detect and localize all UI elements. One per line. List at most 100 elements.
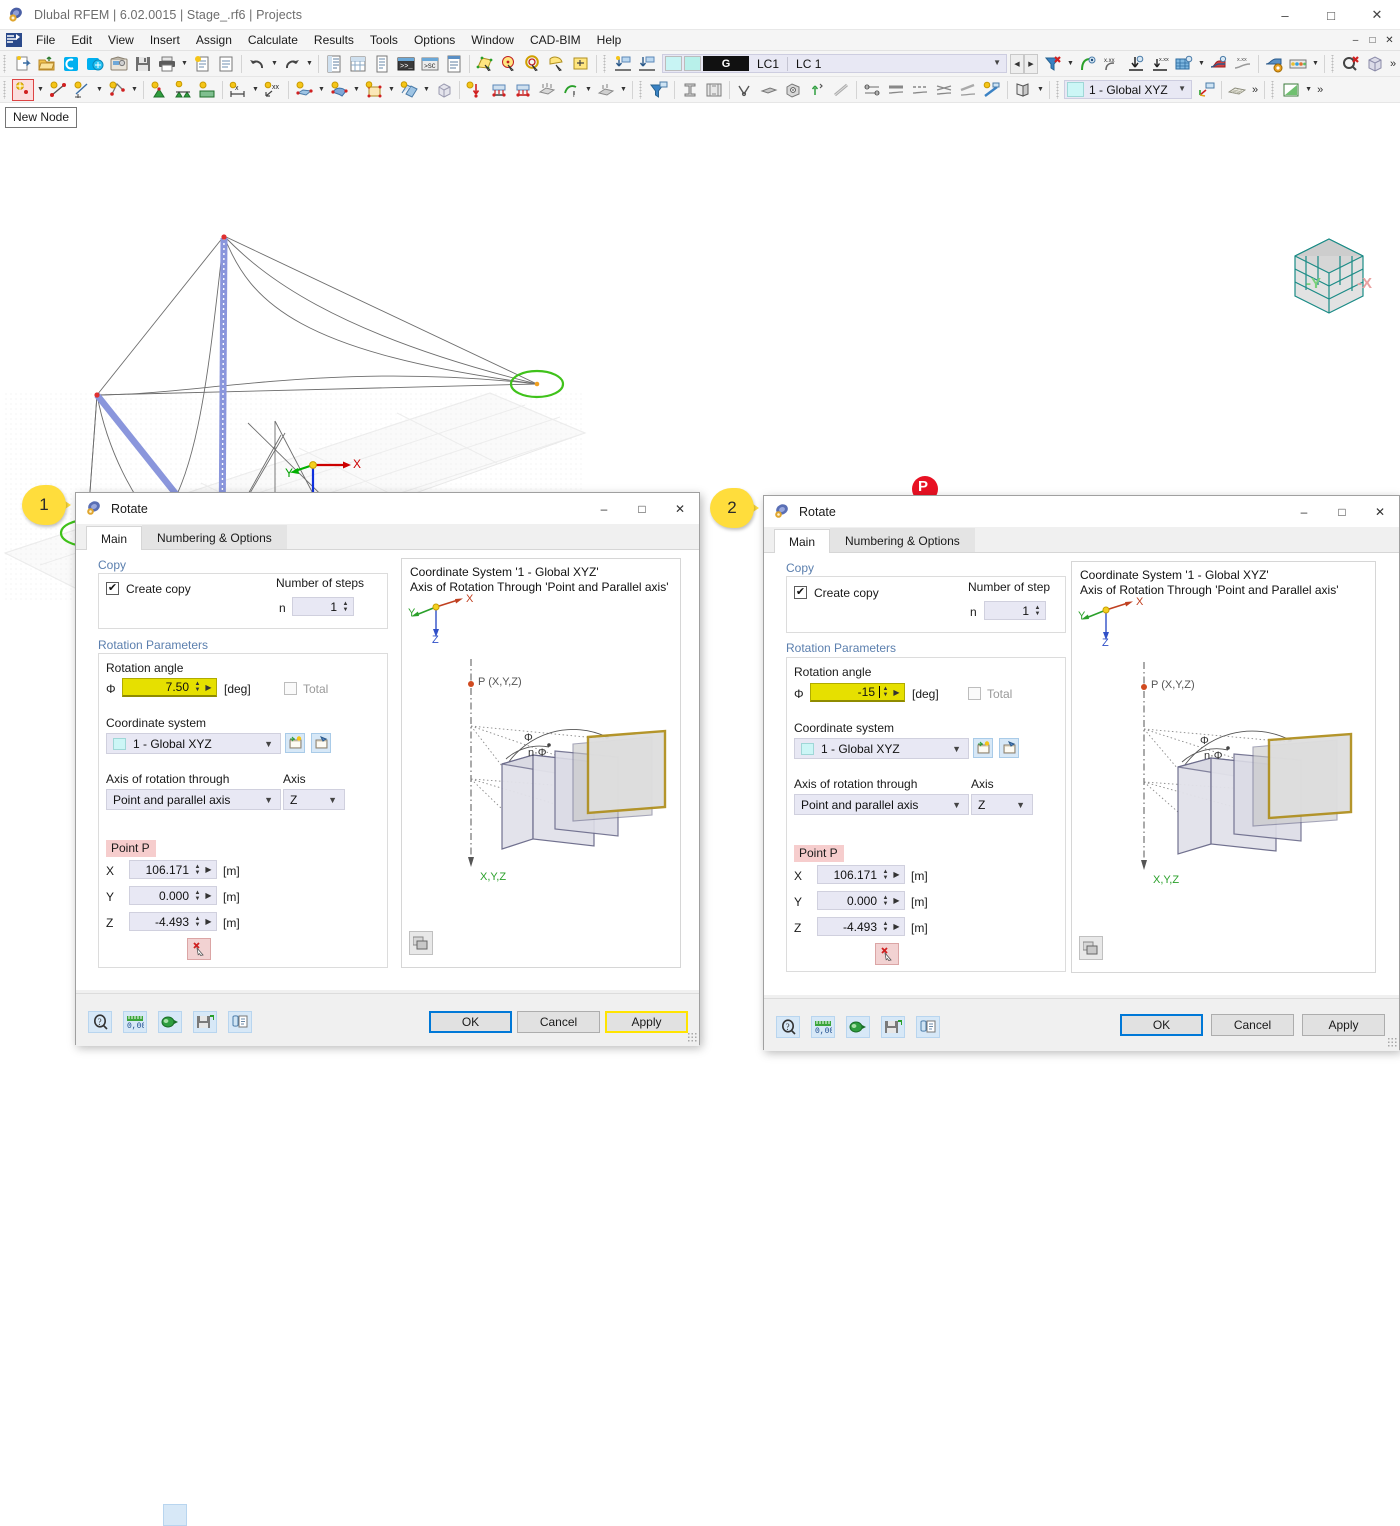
new-line-dim-button[interactable] [71,79,93,101]
open-model-button[interactable] [36,53,58,75]
dialog1-coord-x-spinner[interactable]: ▲▼ [192,861,203,878]
dialog2-angle-spinner[interactable]: ▲▼ [880,684,891,701]
member-hinge-1-button[interactable] [861,79,883,101]
dialog2-coord-x-picker[interactable]: ▶ [891,866,902,883]
imperfection-dropdown-arrow[interactable]: ▼ [618,79,629,101]
dialog1-resize-grip[interactable] [687,1032,697,1042]
toolbar-grip[interactable] [639,81,645,99]
toolbar-grip[interactable] [3,81,9,99]
window-maximize-button[interactable]: □ [1308,0,1354,30]
new-imperfection-button[interactable] [595,79,617,101]
undo-button[interactable] [246,53,268,75]
dialog1-new-cs-button[interactable] [285,733,305,753]
table-icon[interactable] [916,1016,940,1038]
save-defaults-icon[interactable] [881,1016,905,1038]
redo-button[interactable] [281,53,303,75]
dialog1-axis-through-combo[interactable]: Point and parallel axis ▼ [106,789,281,810]
cloud-sync-button[interactable] [84,53,106,75]
new-set-of-surfaces-button[interactable] [398,79,420,101]
chevron-down-icon[interactable]: ▼ [328,795,337,805]
select-arc-button[interactable] [546,53,568,75]
toolbar-grip[interactable] [1271,81,1277,99]
new-member-button[interactable] [106,79,128,101]
dialog1-coord-z-field[interactable]: -4.493 ▲▼ ▶ [129,912,217,931]
dialog1-tab-numbering-options[interactable]: Numbering & Options [142,525,287,549]
navigator-panel-button[interactable] [323,53,345,75]
chevron-down-icon[interactable]: ▼ [264,739,273,749]
dialog2-new-cs-button[interactable] [973,738,993,758]
new-member-dropdown-arrow[interactable]: ▼ [129,79,140,101]
dialog1-coord-x-field[interactable]: 106.171 ▲▼ ▶ [129,860,217,879]
work-plane-grid-button[interactable] [1226,79,1248,101]
member-eccentricity-button[interactable] [758,79,780,101]
menu-item-cad-bim[interactable]: CAD-BIM [522,31,589,49]
document-button[interactable] [215,53,237,75]
rotate-dialog-2[interactable]: Rotate – □ ✕ Main Numbering & Options Co… [763,495,1400,1050]
script-button[interactable]: >SC [419,53,441,75]
chevron-down-icon[interactable]: ▼ [952,744,961,754]
opening-dropdown-arrow[interactable]: ▼ [386,79,397,101]
dialog2-tab-main[interactable]: Main [774,529,830,553]
dialog2-coord-y-picker[interactable]: ▶ [891,892,902,909]
mdi-minimize-button[interactable]: – [1347,32,1364,48]
chevron-down-icon[interactable]: ▼ [1178,84,1186,93]
load-case-combo[interactable]: G LC1 LC 1 ▼ [662,54,1007,73]
visibility-mode-button[interactable] [1280,79,1302,101]
help-icon[interactable]: ? [776,1016,800,1038]
dialog1-total-checkbox[interactable] [284,682,297,695]
units-icon[interactable]: 0,00 [811,1016,835,1038]
printout-report-button[interactable] [371,53,393,75]
filter-dropdown-arrow[interactable]: ▼ [1065,53,1076,75]
dialog2-coord-x-spinner[interactable]: ▲▼ [880,866,891,883]
selection-filter-button[interactable] [648,79,670,101]
legend-dropdown-arrow[interactable]: ▼ [1310,53,1321,75]
print-dropdown-arrow[interactable]: ▼ [179,53,190,75]
menu-item-file[interactable]: File [28,31,63,49]
dimension-dropdown-arrow[interactable]: ▼ [250,79,261,101]
table-panel-button[interactable] [347,53,369,75]
new-dimension-button[interactable]: x [227,79,249,101]
dialog2-steps-field[interactable]: 1 ▲▼ [984,601,1046,620]
coordinate-system-combo[interactable]: 1 - Global XYZ ▼ [1064,80,1192,99]
dialog2-ok-button[interactable]: OK [1120,1014,1203,1036]
member-result-beam-button[interactable] [957,79,979,101]
show-surfaces-results-button[interactable] [1173,53,1195,75]
menu-item-options[interactable]: Options [406,31,463,49]
menu-item-edit[interactable]: Edit [63,31,100,49]
dialog1-steps-spinner[interactable]: ▲▼ [340,598,351,615]
toolbar-grip[interactable] [1056,81,1062,99]
new-nodal-load-button[interactable] [464,79,486,101]
cloud-open-button[interactable] [60,53,82,75]
dialog2-total-checkbox[interactable] [968,687,981,700]
dialog1-maximize-button[interactable]: □ [623,493,661,524]
load-case-next-button[interactable] [636,53,658,75]
toolbar-grip[interactable] [3,55,9,73]
member-support-button[interactable] [806,79,828,101]
result-settings-button[interactable] [1263,53,1285,75]
free-load-dropdown-arrow[interactable]: ▼ [583,79,594,101]
new-surface-load-button[interactable] [536,79,558,101]
select-circle-button[interactable] [498,53,520,75]
select-ring-button[interactable] [522,53,544,75]
show-values-button[interactable]: x.xx [1101,53,1123,75]
toolbar-grip[interactable] [603,55,609,73]
dialog1-coord-z-picker[interactable]: ▶ [203,913,214,930]
new-line-dropdown-arrow[interactable]: ▼ [94,79,105,101]
result-legend-button[interactable] [1287,53,1309,75]
dialog2-coord-x-field[interactable]: 106.171 ▲▼ ▶ [817,865,905,884]
surfaces-dropdown-arrow[interactable]: ▼ [1196,53,1207,75]
project-info-button[interactable] [108,53,130,75]
menu-item-results[interactable]: Results [306,31,362,49]
new-report-button[interactable] [191,53,213,75]
mdi-restore-button[interactable]: □ [1364,32,1381,48]
import-icon[interactable] [846,1016,870,1038]
cross-section-table-button[interactable] [703,79,725,101]
new-member-load-button[interactable] [512,79,534,101]
import-icon[interactable] [158,1011,182,1033]
toolbar-overflow-button-3[interactable]: » [1314,84,1326,96]
dialog2-coord-y-spinner[interactable]: ▲▼ [880,892,891,909]
show-support-reactions-button[interactable] [1125,53,1147,75]
dialog2-cs-combo[interactable]: 1 - Global XYZ ▼ [794,738,969,759]
dialog1-create-copy-checkbox[interactable] [106,582,119,595]
dialog1-axis-combo[interactable]: Z ▼ [283,789,345,810]
